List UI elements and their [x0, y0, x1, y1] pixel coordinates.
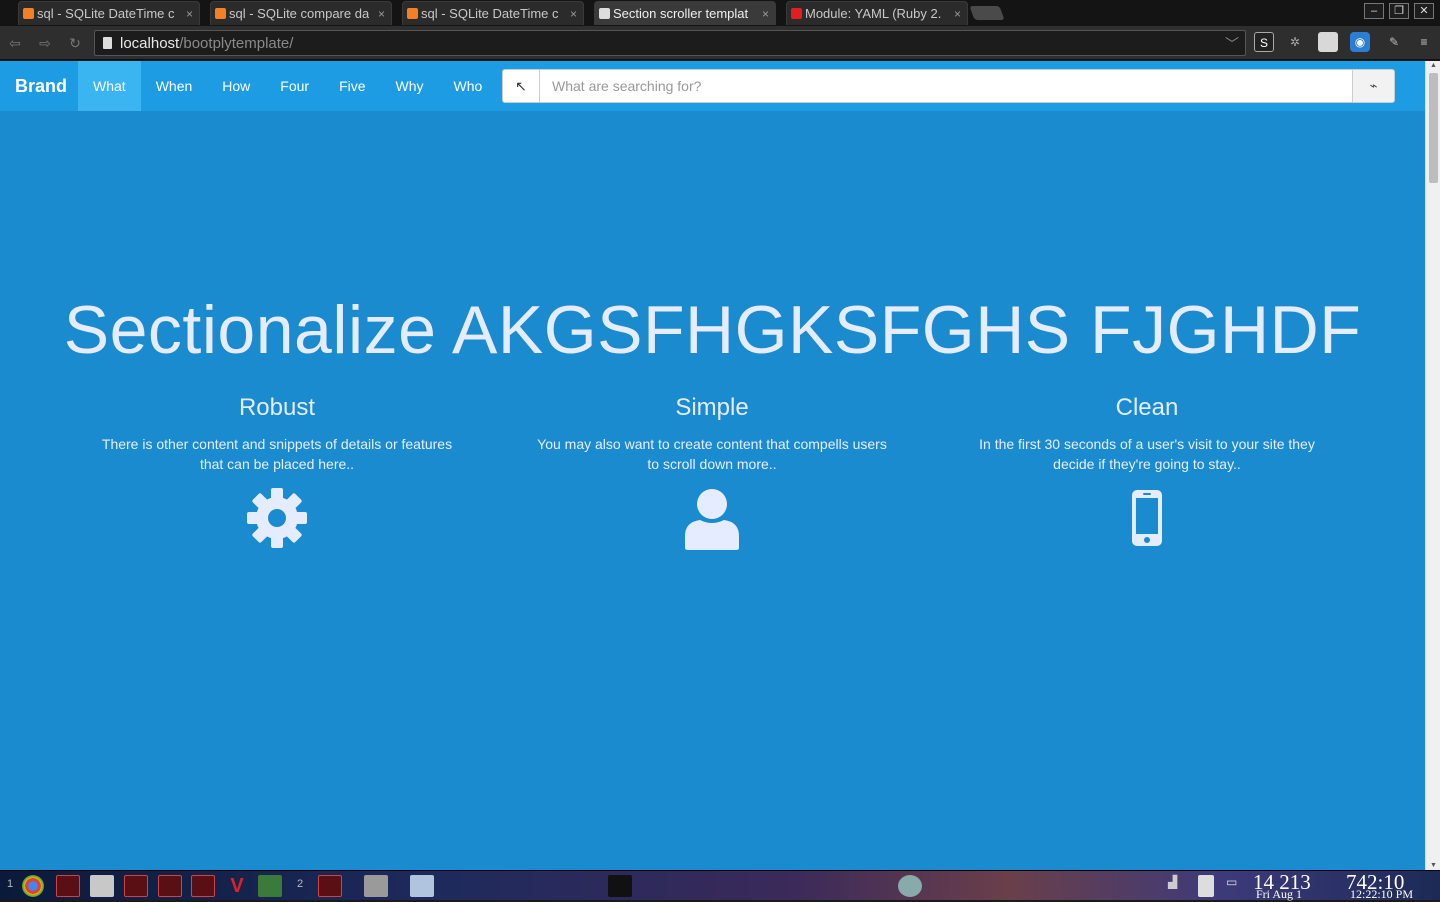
- mobile-icon: [1115, 486, 1179, 550]
- browser-tab[interactable]: sql - SQLite compare da ×: [210, 1, 392, 25]
- browser-toolbar: ⇦ ⇨ ↻ localhost/bootplytemplate/ ﹀ S ✲ ◉…: [0, 26, 1440, 60]
- nav-item-when[interactable]: When: [141, 61, 208, 111]
- stackoverflow-favicon-icon: [23, 8, 34, 19]
- page-viewport: Brand What When How Four Five Why Who ↖ …: [0, 61, 1425, 870]
- tab-close-icon[interactable]: ×: [186, 2, 193, 25]
- scrollbar-thumb[interactable]: [1429, 73, 1438, 183]
- tab-title: Section scroller templat: [613, 6, 749, 21]
- stackoverflow-favicon-icon: [407, 8, 418, 19]
- minimize-button[interactable]: –: [1364, 3, 1384, 19]
- browser-tab[interactable]: sql - SQLite DateTime c ×: [18, 1, 200, 25]
- workspace-2[interactable]: 2: [297, 878, 303, 890]
- nav-item-who[interactable]: Who: [439, 61, 498, 111]
- search-input[interactable]: [540, 69, 1353, 103]
- feature-simple: Simple You may also want to create conte…: [502, 394, 922, 550]
- feature-clean: Clean In the first 30 seconds of a user'…: [937, 394, 1357, 550]
- stackoverflow-favicon-icon: [215, 8, 226, 19]
- extension-gear-icon[interactable]: ✲: [1285, 32, 1305, 52]
- url-text: localhost/bootplytemplate/: [120, 35, 293, 52]
- nav-item-five[interactable]: Five: [324, 61, 380, 111]
- tab-close-icon[interactable]: ×: [954, 2, 961, 25]
- feature-title: Simple: [675, 394, 749, 421]
- black-window-icon[interactable]: [608, 875, 632, 897]
- url-host: localhost: [120, 35, 180, 52]
- feature-text: There is other content and snippets of d…: [101, 436, 453, 472]
- extension-blue-icon[interactable]: ◉: [1350, 32, 1370, 52]
- browser-menu-icon[interactable]: ≡: [1414, 32, 1434, 52]
- scroll-down-icon[interactable]: ▼: [1429, 862, 1438, 869]
- browser-tab-strip: sql - SQLite DateTime c × sql - SQLite c…: [0, 0, 1440, 26]
- feature-text: In the first 30 seconds of a user's visi…: [979, 436, 1315, 472]
- reload-button[interactable]: ↻: [66, 34, 84, 52]
- tab-title: Module: YAML (Ruby 2.: [805, 6, 942, 21]
- page-scrollbar[interactable]: ▲ ▼: [1425, 61, 1440, 870]
- terminal-app-icon[interactable]: [56, 875, 80, 897]
- browser-tab[interactable]: sql - SQLite DateTime c ×: [402, 1, 584, 25]
- extension-s-icon[interactable]: S: [1254, 32, 1274, 52]
- new-tab-button[interactable]: [969, 6, 1005, 20]
- feature-text: You may also want to create content that…: [537, 436, 887, 472]
- browser-tab[interactable]: Module: YAML (Ruby 2. ×: [786, 1, 968, 25]
- terminal-app-icon[interactable]: [191, 875, 215, 897]
- tab-close-icon[interactable]: ×: [570, 2, 577, 25]
- extension-pen-icon[interactable]: ✎: [1384, 32, 1404, 52]
- nav-item-why[interactable]: Why: [381, 61, 439, 111]
- user-icon: [680, 486, 744, 550]
- tab-close-icon[interactable]: ×: [378, 2, 385, 25]
- address-bar[interactable]: localhost/bootplytemplate/ ﹀: [94, 30, 1246, 56]
- page-favicon-icon: [599, 8, 610, 19]
- feature-title: Clean: [1115, 394, 1179, 421]
- search-button[interactable]: ⌁: [1353, 69, 1395, 103]
- tab-title: sql - SQLite DateTime c: [421, 6, 559, 21]
- desktop-taskbar: 1 V 2 ▟ ▭ 14 213 Fri Aug 1 742:10 12:22:…: [0, 870, 1440, 901]
- notes-tray-icon[interactable]: [1198, 875, 1214, 897]
- scroll-up-icon[interactable]: ▲: [1429, 62, 1438, 69]
- nav-item-what[interactable]: What: [78, 61, 141, 111]
- page-icon: [103, 37, 112, 49]
- tab-title: sql - SQLite compare da: [229, 6, 369, 21]
- extension-window-icon[interactable]: [1318, 32, 1338, 52]
- terminal-app-icon[interactable]: [158, 875, 182, 897]
- vim-v-icon[interactable]: V: [225, 875, 249, 897]
- gvim-icon[interactable]: [258, 875, 282, 897]
- terminal-app-icon[interactable]: [318, 875, 342, 897]
- thunderbird-icon[interactable]: [898, 875, 922, 897]
- gear-icon: [245, 486, 309, 550]
- window-app-icon[interactable]: [410, 875, 434, 897]
- ruby-favicon-icon: [791, 8, 802, 19]
- bookmark-icon[interactable]: ﹀: [1225, 34, 1239, 54]
- forward-button[interactable]: ⇨: [36, 34, 54, 52]
- feature-robust: Robust There is other content and snippe…: [67, 394, 487, 550]
- terminal-app-icon[interactable]: [124, 875, 148, 897]
- tab-title: sql - SQLite DateTime c: [37, 6, 175, 21]
- workspace-1[interactable]: 1: [7, 878, 13, 890]
- site-navbar: Brand What When How Four Five Why Who ↖ …: [0, 61, 1425, 111]
- network-signal-icon[interactable]: ▟: [1168, 875, 1186, 897]
- chrome-app-icon[interactable]: [22, 875, 44, 897]
- nav-item-how[interactable]: How: [207, 61, 265, 111]
- restore-button[interactable]: ❐: [1389, 3, 1409, 19]
- back-button[interactable]: ⇦: [6, 34, 24, 52]
- tab-close-icon[interactable]: ×: [762, 2, 769, 25]
- screenshot-app-icon[interactable]: [364, 875, 388, 897]
- resize-arrow-icon[interactable]: ↖: [502, 69, 540, 103]
- nav-item-four[interactable]: Four: [265, 61, 324, 111]
- url-path: /bootplytemplate/: [179, 35, 294, 52]
- close-window-button[interactable]: ✕: [1414, 3, 1434, 19]
- nav-menu: What When How Four Five Why Who: [78, 61, 497, 111]
- hero-title: Sectionalize AKGSFHGKSFGHS FJGHDF: [63, 292, 1362, 368]
- search-form: ↖ ⌁: [502, 69, 1395, 103]
- file-manager-icon[interactable]: [90, 875, 114, 897]
- battery-tray-icon[interactable]: ▭: [1226, 875, 1244, 897]
- browser-tab-active[interactable]: Section scroller templat ×: [594, 1, 776, 25]
- feature-title: Robust: [238, 394, 316, 421]
- brand-link[interactable]: Brand: [15, 61, 67, 111]
